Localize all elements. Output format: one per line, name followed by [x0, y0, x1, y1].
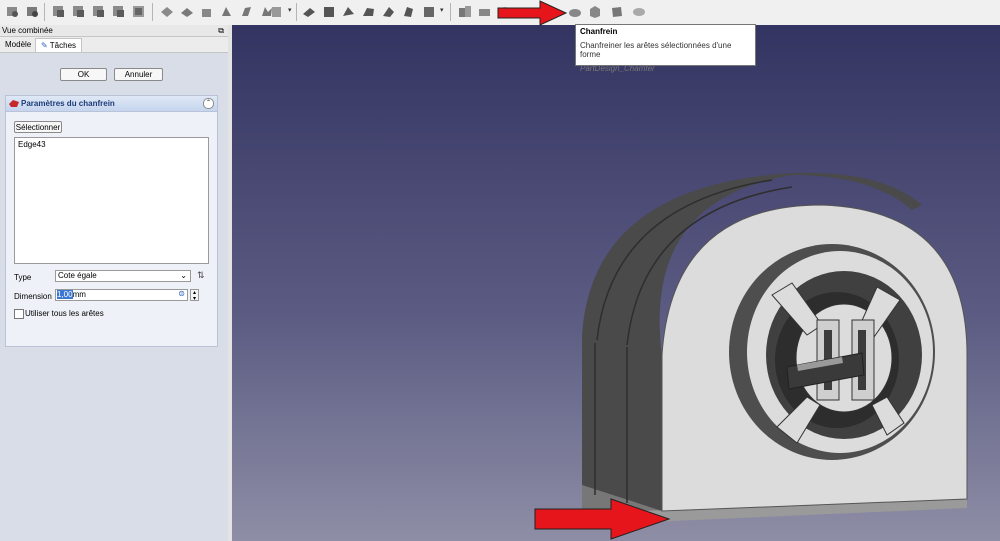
arrow-right-icon	[497, 0, 568, 26]
mirror-icon[interactable]	[456, 3, 473, 20]
3d-viewport[interactable]	[232, 25, 1000, 541]
fillet-icon[interactable]	[566, 3, 583, 20]
chamfer-icon[interactable]	[586, 3, 603, 20]
tooltip-command: PartDesign_Chamfer	[580, 64, 655, 73]
panel-title-bar: Vue combinée ⧉	[0, 25, 228, 37]
panel-tabs: Modèle ✎ Tâches	[0, 37, 228, 53]
list-item[interactable]: Edge43	[18, 140, 205, 149]
float-panel-icon[interactable]: ⧉	[218, 25, 224, 36]
subtractive-loft-icon[interactable]	[380, 3, 397, 20]
dimension-stepper[interactable]: ▴ ▾	[190, 289, 199, 302]
datum-plane-icon[interactable]	[320, 3, 337, 20]
panel-title: Vue combinée	[2, 26, 53, 35]
dimension-input[interactable]: 1,00mm ⊜	[55, 289, 188, 301]
view-rear-icon[interactable]	[110, 3, 127, 20]
select-button[interactable]: Sélectionner	[14, 121, 62, 133]
cancel-button[interactable]: Annuler	[114, 68, 163, 81]
pencil-icon: ✎	[41, 41, 50, 50]
sketch-icon[interactable]	[158, 3, 175, 20]
tab-tasks[interactable]: ✎ Tâches	[35, 38, 83, 52]
box-header[interactable]: Paramètres du chanfrein ⌃	[6, 96, 217, 112]
pocket-icon[interactable]	[198, 3, 215, 20]
linear-pattern-icon[interactable]	[476, 3, 493, 20]
tooltip-description: Chanfreiner les arêtes sélectionnées d'u…	[580, 41, 732, 59]
edge-list[interactable]: Edge43	[14, 137, 209, 264]
view-fit-icon[interactable]	[4, 3, 21, 20]
view-isometric-icon[interactable]	[130, 3, 147, 20]
type-label: Type	[14, 273, 32, 282]
tab-model[interactable]: Modèle	[0, 38, 36, 51]
combo-view-panel: Vue combinée ⧉ Modèle ✎ Tâches OK Annule…	[0, 25, 228, 541]
helix-icon[interactable]	[420, 3, 437, 20]
groove-icon[interactable]	[238, 3, 255, 20]
chamfer-tooltip: Chanfrein Chanfreiner les arêtes sélecti…	[575, 24, 756, 73]
view-selection-icon[interactable]	[24, 3, 41, 20]
arrow-right-icon	[534, 498, 671, 540]
box-title: Paramètres du chanfrein	[21, 99, 115, 108]
view-top-icon[interactable]	[70, 3, 87, 20]
expression-icon[interactable]: ⊜	[178, 289, 185, 299]
chamfer-parameters-box: Paramètres du chanfrein ⌃ Sélectionner E…	[5, 95, 218, 347]
collapse-chevron-icon[interactable]: ⌃	[203, 98, 214, 109]
part-icon[interactable]	[300, 3, 317, 20]
use-all-edges-checkbox[interactable]	[14, 309, 24, 319]
chamfer-feature-icon	[9, 100, 19, 107]
view-right-icon[interactable]	[90, 3, 107, 20]
hole-icon[interactable]	[400, 3, 417, 20]
thickness-icon[interactable]	[630, 3, 647, 20]
revolution-icon[interactable]	[218, 3, 235, 20]
tooltip-title: Chanfrein	[580, 27, 618, 36]
chevron-down-icon: ⌄	[180, 271, 187, 280]
body-icon[interactable]	[268, 3, 285, 20]
use-all-edges-label: Utiliser tous les arêtes	[25, 309, 104, 318]
ok-button[interactable]: OK	[60, 68, 107, 81]
datum-line-icon[interactable]	[340, 3, 357, 20]
flip-direction-icon[interactable]: ⇅	[197, 270, 205, 281]
dimension-label: Dimension	[14, 292, 52, 301]
view-front-icon[interactable]	[50, 3, 67, 20]
3d-model[interactable]	[232, 25, 1000, 541]
pad-icon[interactable]	[178, 3, 195, 20]
type-select[interactable]: Cote égale ⌄	[55, 270, 191, 282]
additive-pipe-icon[interactable]	[360, 3, 377, 20]
draft-icon[interactable]	[608, 3, 625, 20]
